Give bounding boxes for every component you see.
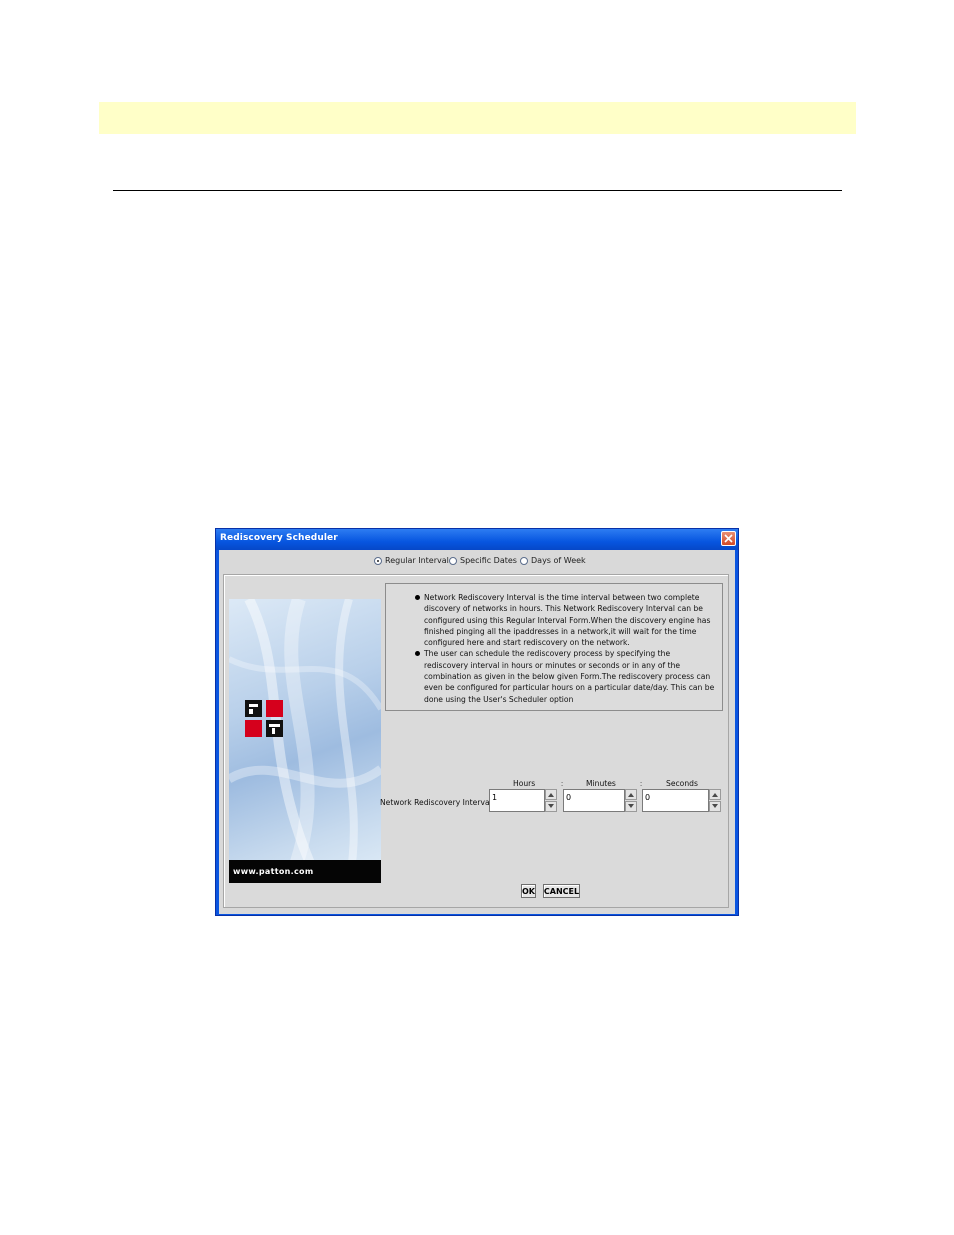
rediscovery-scheduler-dialog: Rediscovery Scheduler Regular Interval S… [215,528,739,916]
seconds-spin-buttons [709,789,721,812]
spin-down-icon [548,804,554,808]
spin-up-icon [712,793,718,797]
description-item: Network Rediscovery Interval is the time… [415,592,716,648]
minutes-column-label: Minutes [586,779,616,788]
description-text: Network Rediscovery Interval is the time… [424,593,711,648]
patton-logo [245,700,283,737]
highlight-band [99,102,856,134]
spin-up-icon [548,793,554,797]
interval-label: Network Rediscovery Interval [380,798,492,807]
bullet-icon [415,595,420,600]
spin-down-icon [628,804,634,808]
radio-specific-dates[interactable]: Specific Dates [449,556,517,565]
close-button[interactable] [721,531,736,546]
radio-specific-dates-indicator [449,556,457,565]
minutes-increment-button[interactable] [625,789,637,800]
brand-url: www.patton.com [233,867,314,876]
hours-column-label: Hours [513,779,536,788]
radio-regular-interval[interactable]: Regular Interval [374,556,449,565]
radio-specific-dates-label: Specific Dates [460,556,517,565]
seconds-decrement-button[interactable] [709,801,721,812]
colon-separator: : [640,779,643,788]
description-text: The user can schedule the rediscovery pr… [424,649,715,704]
seconds-increment-button[interactable] [709,789,721,800]
minutes-input[interactable]: 0 [563,789,625,812]
title-bar[interactable]: Rediscovery Scheduler [216,529,738,550]
schedule-type-radio-group: Regular Interval Specific Dates Days of … [219,556,735,570]
dialog-client-area: Regular Interval Specific Dates Days of … [219,550,735,914]
radio-regular-interval-indicator [374,556,382,565]
minutes-spinner: 0 [563,789,637,812]
cable-graphic [229,599,381,883]
ok-button[interactable]: OK [521,884,536,898]
brand-strip: www.patton.com [229,860,381,883]
radio-days-of-week-indicator [520,556,528,565]
description-item: The user can schedule the rediscovery pr… [415,648,716,704]
radio-regular-interval-label: Regular Interval [385,556,449,565]
colon-separator: : [561,779,564,788]
side-banner-image: www.patton.com [229,599,381,883]
hours-spin-buttons [545,789,557,812]
horizontal-rule [113,190,842,191]
regular-interval-panel: www.patton.com Network Rediscovery Inter… [223,574,729,908]
hours-increment-button[interactable] [545,789,557,800]
seconds-input[interactable]: 0 [642,789,709,812]
description-box: Network Rediscovery Interval is the time… [385,583,723,711]
spin-up-icon [628,793,634,797]
spin-down-icon [712,804,718,808]
hours-spinner: 1 [489,789,557,812]
seconds-spinner: 0 [642,789,721,812]
description-list: Network Rediscovery Interval is the time… [386,584,722,705]
radio-days-of-week-label: Days of Week [531,556,586,565]
bullet-icon [415,651,420,657]
cancel-button[interactable]: CANCEL [543,884,580,898]
radio-days-of-week[interactable]: Days of Week [520,556,586,565]
seconds-column-label: Seconds [666,779,698,788]
hours-input[interactable]: 1 [489,789,545,812]
close-icon [724,534,733,543]
hours-decrement-button[interactable] [545,801,557,812]
minutes-decrement-button[interactable] [625,801,637,812]
minutes-spin-buttons [625,789,637,812]
dialog-title: Rediscovery Scheduler [220,533,338,543]
